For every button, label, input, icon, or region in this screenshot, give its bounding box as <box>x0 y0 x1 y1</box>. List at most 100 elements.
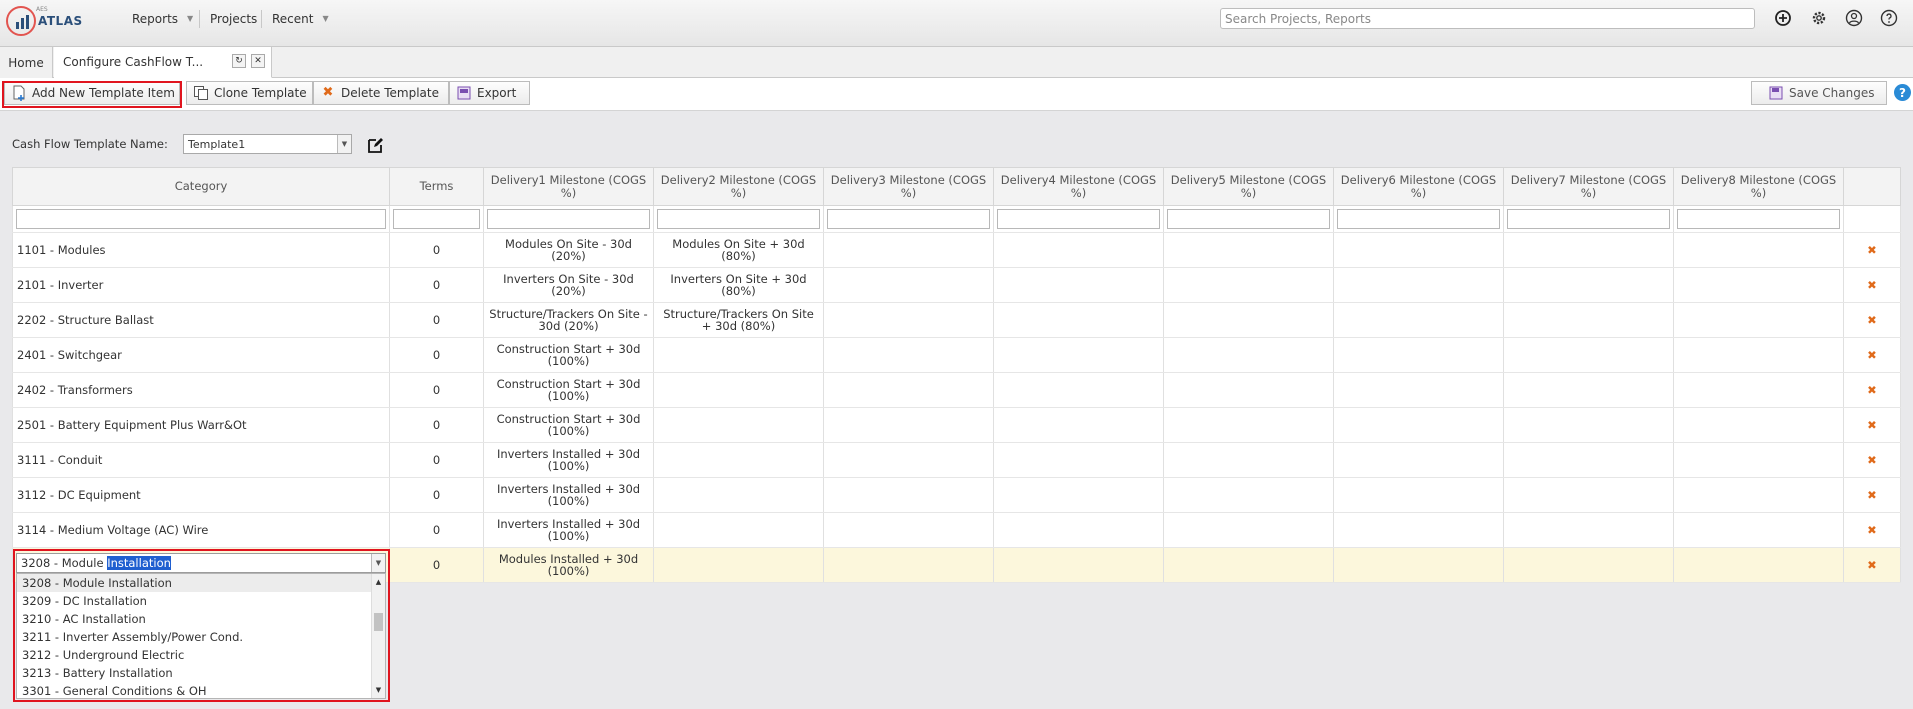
table-row[interactable]: 2501 - Battery Equipment Plus Warr&Ot 0 Co… <box>12 407 1901 443</box>
terms-cell[interactable]: 0 <box>389 302 484 338</box>
delivery4-cell[interactable] <box>993 512 1164 548</box>
table-row[interactable]: 3111 - Conduit 0 Inverters Installed + 30d… <box>12 442 1901 478</box>
delete-row-icon[interactable]: ✖ <box>1843 547 1901 583</box>
delivery7-cell[interactable] <box>1503 372 1674 408</box>
delivery6-cell[interactable] <box>1333 302 1504 338</box>
delivery5-cell[interactable] <box>1163 442 1334 478</box>
terms-cell[interactable]: 0 <box>389 372 484 408</box>
delivery3-cell[interactable] <box>823 267 994 303</box>
column-header-delivery5[interactable]: Delivery5 Milestone (COGS %) <box>1163 167 1334 206</box>
delivery4-cell[interactable] <box>993 477 1164 513</box>
delivery5-cell[interactable] <box>1163 337 1334 373</box>
delivery5-cell[interactable] <box>1163 547 1334 583</box>
terms-cell[interactable]: 0 <box>389 267 484 303</box>
save-changes-button[interactable]: Save Changes <box>1751 81 1887 105</box>
delete-row-icon[interactable]: ✖ <box>1843 477 1901 513</box>
delivery3-cell[interactable] <box>823 477 994 513</box>
table-row[interactable]: 3114 - Medium Voltage (AC) Wire 0 Inverter… <box>12 512 1901 548</box>
delivery7-cell[interactable] <box>1503 302 1674 338</box>
delivery1-cell[interactable]: Construction Start + 30d (100%) <box>483 337 654 373</box>
delivery6-cell[interactable] <box>1333 407 1504 443</box>
delivery3-cell[interactable] <box>823 372 994 408</box>
delivery5-cell[interactable] <box>1163 407 1334 443</box>
delete-row-icon[interactable]: ✖ <box>1843 302 1901 338</box>
delivery4-cell[interactable] <box>993 337 1164 373</box>
delivery2-cell[interactable] <box>653 442 824 478</box>
delivery8-cell[interactable] <box>1673 337 1844 373</box>
delivery7-cell[interactable] <box>1503 442 1674 478</box>
terms-cell[interactable]: 0 <box>389 547 484 583</box>
delivery3-cell[interactable] <box>823 337 994 373</box>
table-row[interactable]: 2202 - Structure Ballast 0 Structure/Track… <box>12 302 1901 338</box>
category-cell[interactable]: 2202 - Structure Ballast <box>12 302 390 338</box>
delivery2-cell[interactable] <box>653 372 824 408</box>
column-header-delivery2[interactable]: Delivery2 Milestone (COGS %) <box>653 167 824 206</box>
filter-delivery8-input[interactable] <box>1677 209 1840 229</box>
delivery5-cell[interactable] <box>1163 512 1334 548</box>
delivery2-cell[interactable]: Inverters On Site + 30d (80%) <box>653 267 824 303</box>
delivery8-cell[interactable] <box>1673 232 1844 268</box>
column-header-delivery6[interactable]: Delivery6 Milestone (COGS %) <box>1333 167 1504 206</box>
column-header-delivery4[interactable]: Delivery4 Milestone (COGS %) <box>993 167 1164 206</box>
delivery6-cell[interactable] <box>1333 337 1504 373</box>
column-header-delivery7[interactable]: Delivery7 Milestone (COGS %) <box>1503 167 1674 206</box>
delivery3-cell[interactable] <box>823 407 994 443</box>
delivery2-cell[interactable] <box>653 477 824 513</box>
delivery5-cell[interactable] <box>1163 267 1334 303</box>
delivery1-cell[interactable]: Structure/Trackers On Site - 30d (20%) <box>483 302 654 338</box>
terms-cell[interactable]: 0 <box>389 512 484 548</box>
delete-row-icon[interactable]: ✖ <box>1843 267 1901 303</box>
category-cell[interactable]: 2501 - Battery Equipment Plus Warr&Ot <box>12 407 390 443</box>
refresh-icon[interactable]: ↻ <box>232 54 246 68</box>
gear-icon[interactable] <box>1810 9 1828 27</box>
table-row[interactable]: 1101 - Modules 0 Modules On Site - 30d (20… <box>12 232 1901 268</box>
delivery2-cell[interactable] <box>653 547 824 583</box>
delivery4-cell[interactable] <box>993 267 1164 303</box>
tab-home[interactable]: Home <box>0 47 53 78</box>
terms-cell[interactable]: 0 <box>389 477 484 513</box>
export-button[interactable]: Export <box>449 81 530 105</box>
delivery3-cell[interactable] <box>823 512 994 548</box>
edit-icon[interactable] <box>367 137 384 154</box>
delivery8-cell[interactable] <box>1673 407 1844 443</box>
category-cell[interactable]: 2401 - Switchgear <box>12 337 390 373</box>
nav-projects[interactable]: Projects <box>210 0 257 37</box>
delivery2-cell[interactable] <box>653 512 824 548</box>
delete-row-icon[interactable]: ✖ <box>1843 372 1901 408</box>
close-icon[interactable]: ✕ <box>251 54 265 68</box>
delivery7-cell[interactable] <box>1503 477 1674 513</box>
terms-cell[interactable]: 0 <box>389 407 484 443</box>
column-header-delivery1[interactable]: Delivery1 Milestone (COGS %) <box>483 167 654 206</box>
column-header-category[interactable]: Category <box>12 167 390 206</box>
delivery5-cell[interactable] <box>1163 232 1334 268</box>
filter-delivery1-input[interactable] <box>487 209 650 229</box>
filter-delivery7-input[interactable] <box>1507 209 1670 229</box>
delivery1-cell[interactable]: Modules Installed + 30d (100%) <box>483 547 654 583</box>
category-cell[interactable]: 3111 - Conduit <box>12 442 390 478</box>
filter-delivery3-input[interactable] <box>827 209 990 229</box>
delivery3-cell[interactable] <box>823 232 994 268</box>
filter-delivery5-input[interactable] <box>1167 209 1330 229</box>
delivery6-cell[interactable] <box>1333 477 1504 513</box>
delivery3-cell[interactable] <box>823 547 994 583</box>
help-circle-icon[interactable] <box>1880 9 1898 27</box>
help-icon[interactable]: ? <box>1894 84 1911 101</box>
delete-row-icon[interactable]: ✖ <box>1843 337 1901 373</box>
delivery8-cell[interactable] <box>1673 547 1844 583</box>
table-row[interactable]: 2402 - Transformers 0 Construction Start +… <box>12 372 1901 408</box>
delivery4-cell[interactable] <box>993 302 1164 338</box>
table-row[interactable]: 3112 - DC Equipment 0 Inverters Installed … <box>12 477 1901 513</box>
add-circle-icon[interactable] <box>1774 9 1792 27</box>
delete-template-button[interactable]: ✖ Delete Template <box>313 81 449 105</box>
filter-terms-input[interactable] <box>393 209 480 229</box>
category-cell[interactable]: 3114 - Medium Voltage (AC) Wire <box>12 512 390 548</box>
terms-cell[interactable]: 0 <box>389 232 484 268</box>
template-name-select[interactable]: Template1 ▼ <box>183 134 352 154</box>
category-cell[interactable]: 2402 - Transformers <box>12 372 390 408</box>
delivery1-cell[interactable]: Inverters Installed + 30d (100%) <box>483 512 654 548</box>
nav-reports[interactable]: Reports ▼ <box>132 0 193 37</box>
delivery7-cell[interactable] <box>1503 232 1674 268</box>
delivery2-cell[interactable] <box>653 337 824 373</box>
delivery3-cell[interactable] <box>823 442 994 478</box>
delivery8-cell[interactable] <box>1673 267 1844 303</box>
